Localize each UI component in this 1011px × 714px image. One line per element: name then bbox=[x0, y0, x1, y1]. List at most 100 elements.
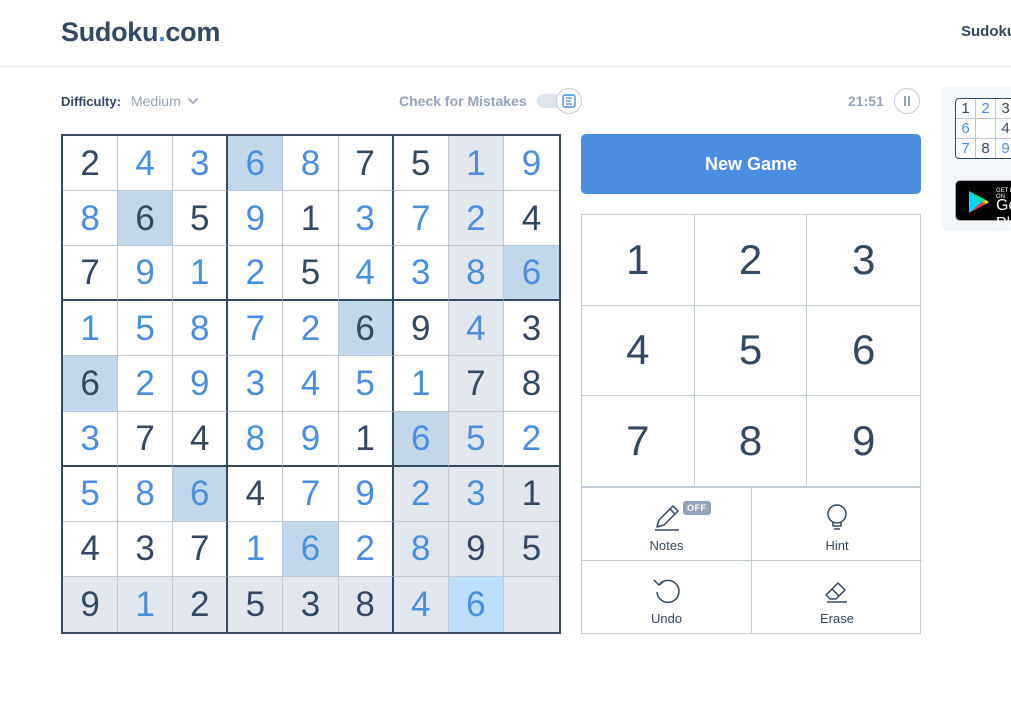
board-cell-r8c5[interactable]: 6 bbox=[283, 521, 339, 577]
board-cell-r5c3[interactable]: 9 bbox=[173, 356, 229, 412]
board-cell-r5c9[interactable]: 8 bbox=[503, 356, 559, 412]
board-cell-r1c9[interactable]: 9 bbox=[503, 136, 559, 192]
numpad-1[interactable]: 1 bbox=[582, 215, 695, 306]
board-cell-r8c3[interactable]: 7 bbox=[173, 521, 229, 577]
board-cell-r2c8[interactable]: 2 bbox=[448, 191, 504, 247]
board-cell-r9c4[interactable]: 5 bbox=[228, 576, 284, 632]
board-cell-r9c3[interactable]: 2 bbox=[173, 576, 229, 632]
board-cell-r1c6[interactable]: 7 bbox=[338, 136, 394, 192]
board-cell-r5c7[interactable]: 1 bbox=[393, 356, 449, 412]
toggle-knob[interactable] bbox=[555, 88, 582, 114]
board-cell-r5c5[interactable]: 4 bbox=[283, 356, 339, 412]
board-cell-r8c1[interactable]: 4 bbox=[63, 521, 119, 577]
numpad-2[interactable]: 2 bbox=[694, 215, 808, 306]
board-cell-r3c9[interactable]: 6 bbox=[503, 246, 559, 302]
board-cell-r6c7[interactable]: 6 bbox=[393, 411, 449, 467]
difficulty-value[interactable]: Medium bbox=[131, 93, 181, 109]
board-cell-r2c2[interactable]: 6 bbox=[118, 191, 174, 247]
board-cell-r6c5[interactable]: 9 bbox=[283, 411, 339, 467]
erase-button[interactable]: Erase bbox=[752, 561, 922, 634]
board-cell-r1c3[interactable]: 3 bbox=[173, 136, 229, 192]
board-cell-r4c3[interactable]: 8 bbox=[173, 301, 229, 357]
nav-link-sudoku[interactable]: Sudoku bbox=[961, 23, 1011, 40]
numpad-5[interactable]: 5 bbox=[694, 305, 808, 397]
site-logo[interactable]: Sudoku.com bbox=[61, 17, 220, 48]
board-cell-r5c2[interactable]: 2 bbox=[118, 356, 174, 412]
board-cell-r9c6[interactable]: 8 bbox=[338, 576, 394, 632]
board-cell-r9c7[interactable]: 4 bbox=[393, 576, 449, 632]
board-cell-r2c7[interactable]: 7 bbox=[393, 191, 449, 247]
board-cell-r3c6[interactable]: 4 bbox=[338, 246, 394, 302]
board-cell-r2c9[interactable]: 4 bbox=[503, 191, 559, 247]
board-cell-r7c6[interactable]: 9 bbox=[338, 466, 394, 522]
google-play-badge[interactable]: GET IT ON Google Play bbox=[955, 180, 1011, 232]
difficulty-selector[interactable]: Difficulty: Medium bbox=[61, 88, 199, 114]
board-cell-r8c9[interactable]: 5 bbox=[503, 521, 559, 577]
board-cell-r9c2[interactable]: 1 bbox=[118, 576, 174, 632]
notes-button[interactable]: Notes OFF bbox=[582, 488, 752, 561]
board-cell-r5c8[interactable]: 7 bbox=[448, 356, 504, 412]
promo-mini-board[interactable]: 12364 789 bbox=[955, 98, 1011, 159]
board-cell-r6c2[interactable]: 7 bbox=[118, 411, 174, 467]
board-cell-r2c1[interactable]: 8 bbox=[63, 191, 119, 247]
numpad-9[interactable]: 9 bbox=[807, 396, 920, 487]
undo-button[interactable]: Undo bbox=[582, 561, 752, 634]
board-cell-r3c4[interactable]: 2 bbox=[228, 246, 284, 302]
board-cell-r1c7[interactable]: 5 bbox=[393, 136, 449, 192]
numpad-6[interactable]: 6 bbox=[807, 306, 920, 397]
pause-button[interactable] bbox=[893, 88, 920, 114]
board-cell-r6c9[interactable]: 2 bbox=[503, 411, 559, 467]
board-cell-r7c1[interactable]: 5 bbox=[63, 466, 119, 522]
board-cell-r8c4[interactable]: 1 bbox=[228, 521, 284, 577]
board-cell-r9c5[interactable]: 3 bbox=[283, 576, 339, 632]
board-cell-r8c7[interactable]: 8 bbox=[393, 521, 449, 577]
board-cell-r1c5[interactable]: 8 bbox=[283, 136, 339, 192]
board-cell-r4c5[interactable]: 2 bbox=[283, 301, 339, 357]
hint-button[interactable]: Hint bbox=[752, 488, 922, 561]
new-game-button[interactable]: New Game bbox=[581, 134, 921, 194]
board-cell-r7c2[interactable]: 8 bbox=[118, 466, 174, 522]
numpad-8[interactable]: 8 bbox=[694, 396, 808, 487]
board-cell-r2c5[interactable]: 1 bbox=[283, 191, 339, 247]
board-cell-r3c2[interactable]: 9 bbox=[118, 246, 174, 302]
board-cell-r6c6[interactable]: 1 bbox=[338, 411, 394, 467]
board-cell-r3c7[interactable]: 3 bbox=[393, 246, 449, 302]
board-cell-r4c2[interactable]: 5 bbox=[118, 301, 174, 357]
board-cell-r7c4[interactable]: 4 bbox=[228, 466, 284, 522]
board-cell-r3c3[interactable]: 1 bbox=[173, 246, 229, 302]
board-cell-r6c1[interactable]: 3 bbox=[63, 411, 119, 467]
board-cell-r6c3[interactable]: 4 bbox=[173, 411, 229, 467]
board-cell-r5c1[interactable]: 6 bbox=[63, 356, 119, 412]
board-cell-r8c2[interactable]: 3 bbox=[118, 521, 174, 577]
board-cell-r9c1[interactable]: 9 bbox=[63, 576, 119, 632]
board-cell-r3c1[interactable]: 7 bbox=[63, 246, 119, 302]
numpad-4[interactable]: 4 bbox=[582, 305, 695, 397]
board-cell-r5c4[interactable]: 3 bbox=[228, 356, 284, 412]
board-cell-r9c8[interactable]: 6 bbox=[448, 576, 504, 632]
board-cell-r8c8[interactable]: 9 bbox=[448, 521, 504, 577]
board-cell-r8c6[interactable]: 2 bbox=[338, 521, 394, 577]
board-cell-r1c8[interactable]: 1 bbox=[448, 136, 504, 192]
board-cell-r4c4[interactable]: 7 bbox=[228, 301, 284, 357]
board-cell-r3c8[interactable]: 8 bbox=[448, 246, 504, 302]
board-cell-r1c1[interactable]: 2 bbox=[63, 136, 119, 192]
board-cell-r2c4[interactable]: 9 bbox=[228, 191, 284, 247]
board-cell-r4c7[interactable]: 9 bbox=[393, 301, 449, 357]
board-cell-r4c6[interactable]: 6 bbox=[338, 301, 394, 357]
board-cell-r6c4[interactable]: 8 bbox=[228, 411, 284, 467]
board-cell-r1c4[interactable]: 6 bbox=[228, 136, 284, 192]
board-cell-r7c3[interactable]: 6 bbox=[173, 466, 229, 522]
check-mistakes-toggle[interactable] bbox=[536, 88, 582, 114]
board-cell-r9c9[interactable] bbox=[503, 576, 559, 632]
board-cell-r2c3[interactable]: 5 bbox=[173, 191, 229, 247]
board-cell-r1c2[interactable]: 4 bbox=[118, 136, 174, 192]
board-cell-r7c8[interactable]: 3 bbox=[448, 466, 504, 522]
board-cell-r7c5[interactable]: 7 bbox=[283, 466, 339, 522]
board-cell-r4c8[interactable]: 4 bbox=[448, 301, 504, 357]
numpad-7[interactable]: 7 bbox=[582, 396, 695, 487]
board-cell-r7c7[interactable]: 2 bbox=[393, 466, 449, 522]
board-cell-r4c1[interactable]: 1 bbox=[63, 301, 119, 357]
board-cell-r6c8[interactable]: 5 bbox=[448, 411, 504, 467]
board-cell-r2c6[interactable]: 3 bbox=[338, 191, 394, 247]
board-cell-r3c5[interactable]: 5 bbox=[283, 246, 339, 302]
